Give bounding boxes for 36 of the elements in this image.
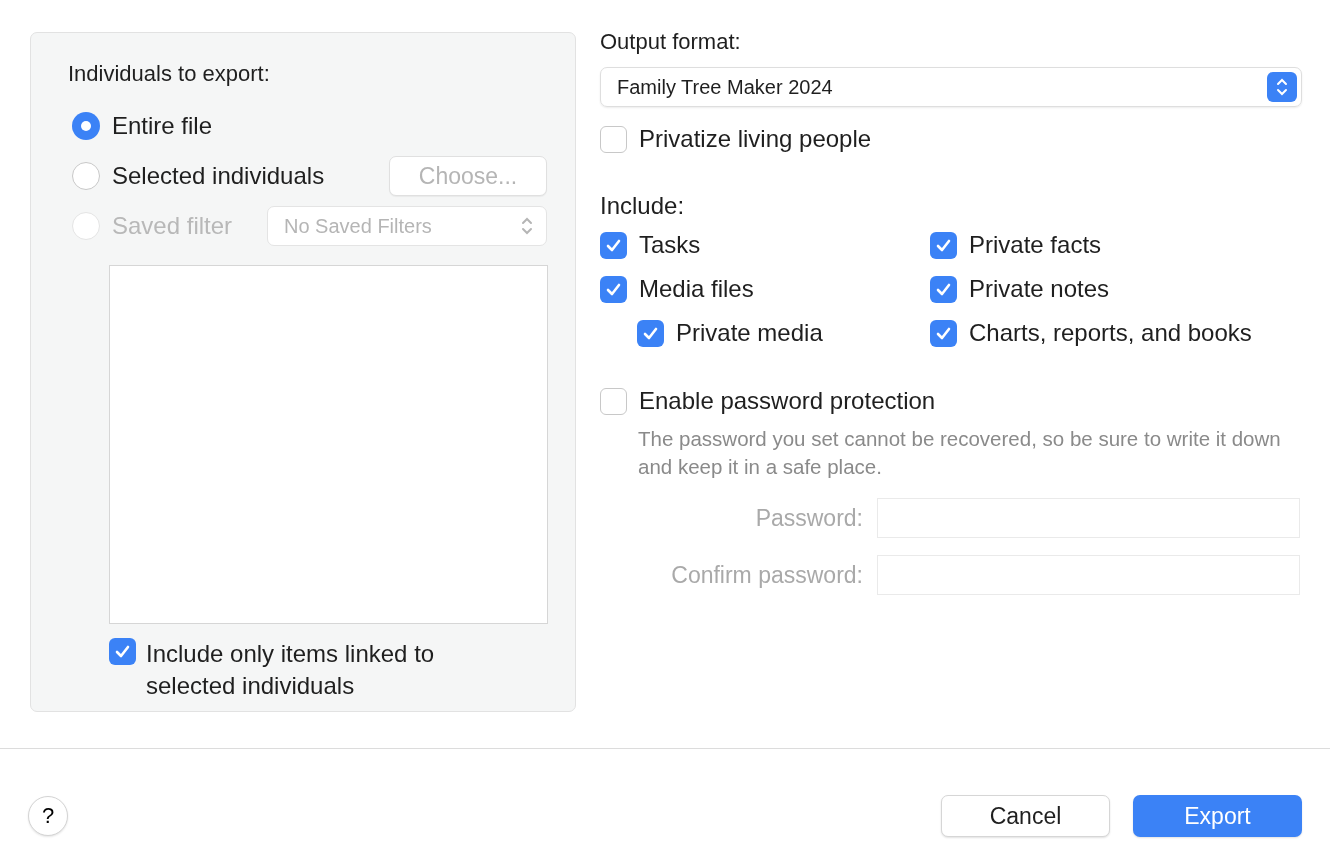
format-dropdown[interactable]: Family Tree Maker 2024 — [600, 67, 1302, 107]
checkbox-label: Enable password protection — [639, 387, 936, 415]
password-note: The password you set cannot be recovered, so be sure to write it down and keep it in a safe place. — [638, 426, 1282, 480]
section-title: Include: — [600, 192, 685, 220]
export-button[interactable]: Export — [1133, 795, 1302, 837]
updown-chevron-icon — [1275, 77, 1289, 97]
checkbox-label: Privatize living people — [639, 125, 872, 153]
checkbox[interactable] — [600, 231, 627, 259]
checkbox[interactable] — [930, 275, 957, 303]
radio-label: Saved filter — [112, 212, 233, 240]
checkbox[interactable] — [930, 231, 957, 259]
checkmark-icon — [114, 643, 131, 660]
checkbox-label: Charts, reports, and books — [969, 319, 1252, 347]
radio-label: Selected individuals — [112, 162, 325, 190]
checkbox[interactable] — [600, 125, 627, 153]
radio-button[interactable] — [72, 112, 100, 140]
section-title: Individuals to export: — [68, 60, 271, 88]
checkbox-label: Tasks — [639, 231, 701, 259]
field-label: Password: — [754, 504, 863, 532]
checkbox[interactable] — [930, 319, 957, 347]
field-label: Confirm password: — [670, 561, 863, 589]
help-button[interactable]: ? — [28, 796, 68, 836]
checkbox[interactable] — [600, 387, 627, 415]
checkbox-label: Include only items linked to selected individuals — [146, 639, 436, 701]
checkbox-label: Media files — [639, 275, 754, 303]
checkbox[interactable] — [600, 275, 627, 303]
updown-chevron-icon — [520, 216, 534, 236]
cancel-button[interactable]: Cancel — [941, 795, 1110, 837]
checkbox-label: Private facts — [969, 231, 1102, 259]
checkbox[interactable] — [637, 319, 664, 347]
checkbox[interactable] — [109, 638, 136, 665]
radio-button[interactable] — [72, 162, 100, 190]
radio-label: Entire file — [112, 112, 213, 140]
checkbox-label: Private media — [676, 319, 823, 347]
checkbox-label: Private notes — [969, 275, 1110, 303]
section-title: Output format: — [600, 28, 742, 56]
